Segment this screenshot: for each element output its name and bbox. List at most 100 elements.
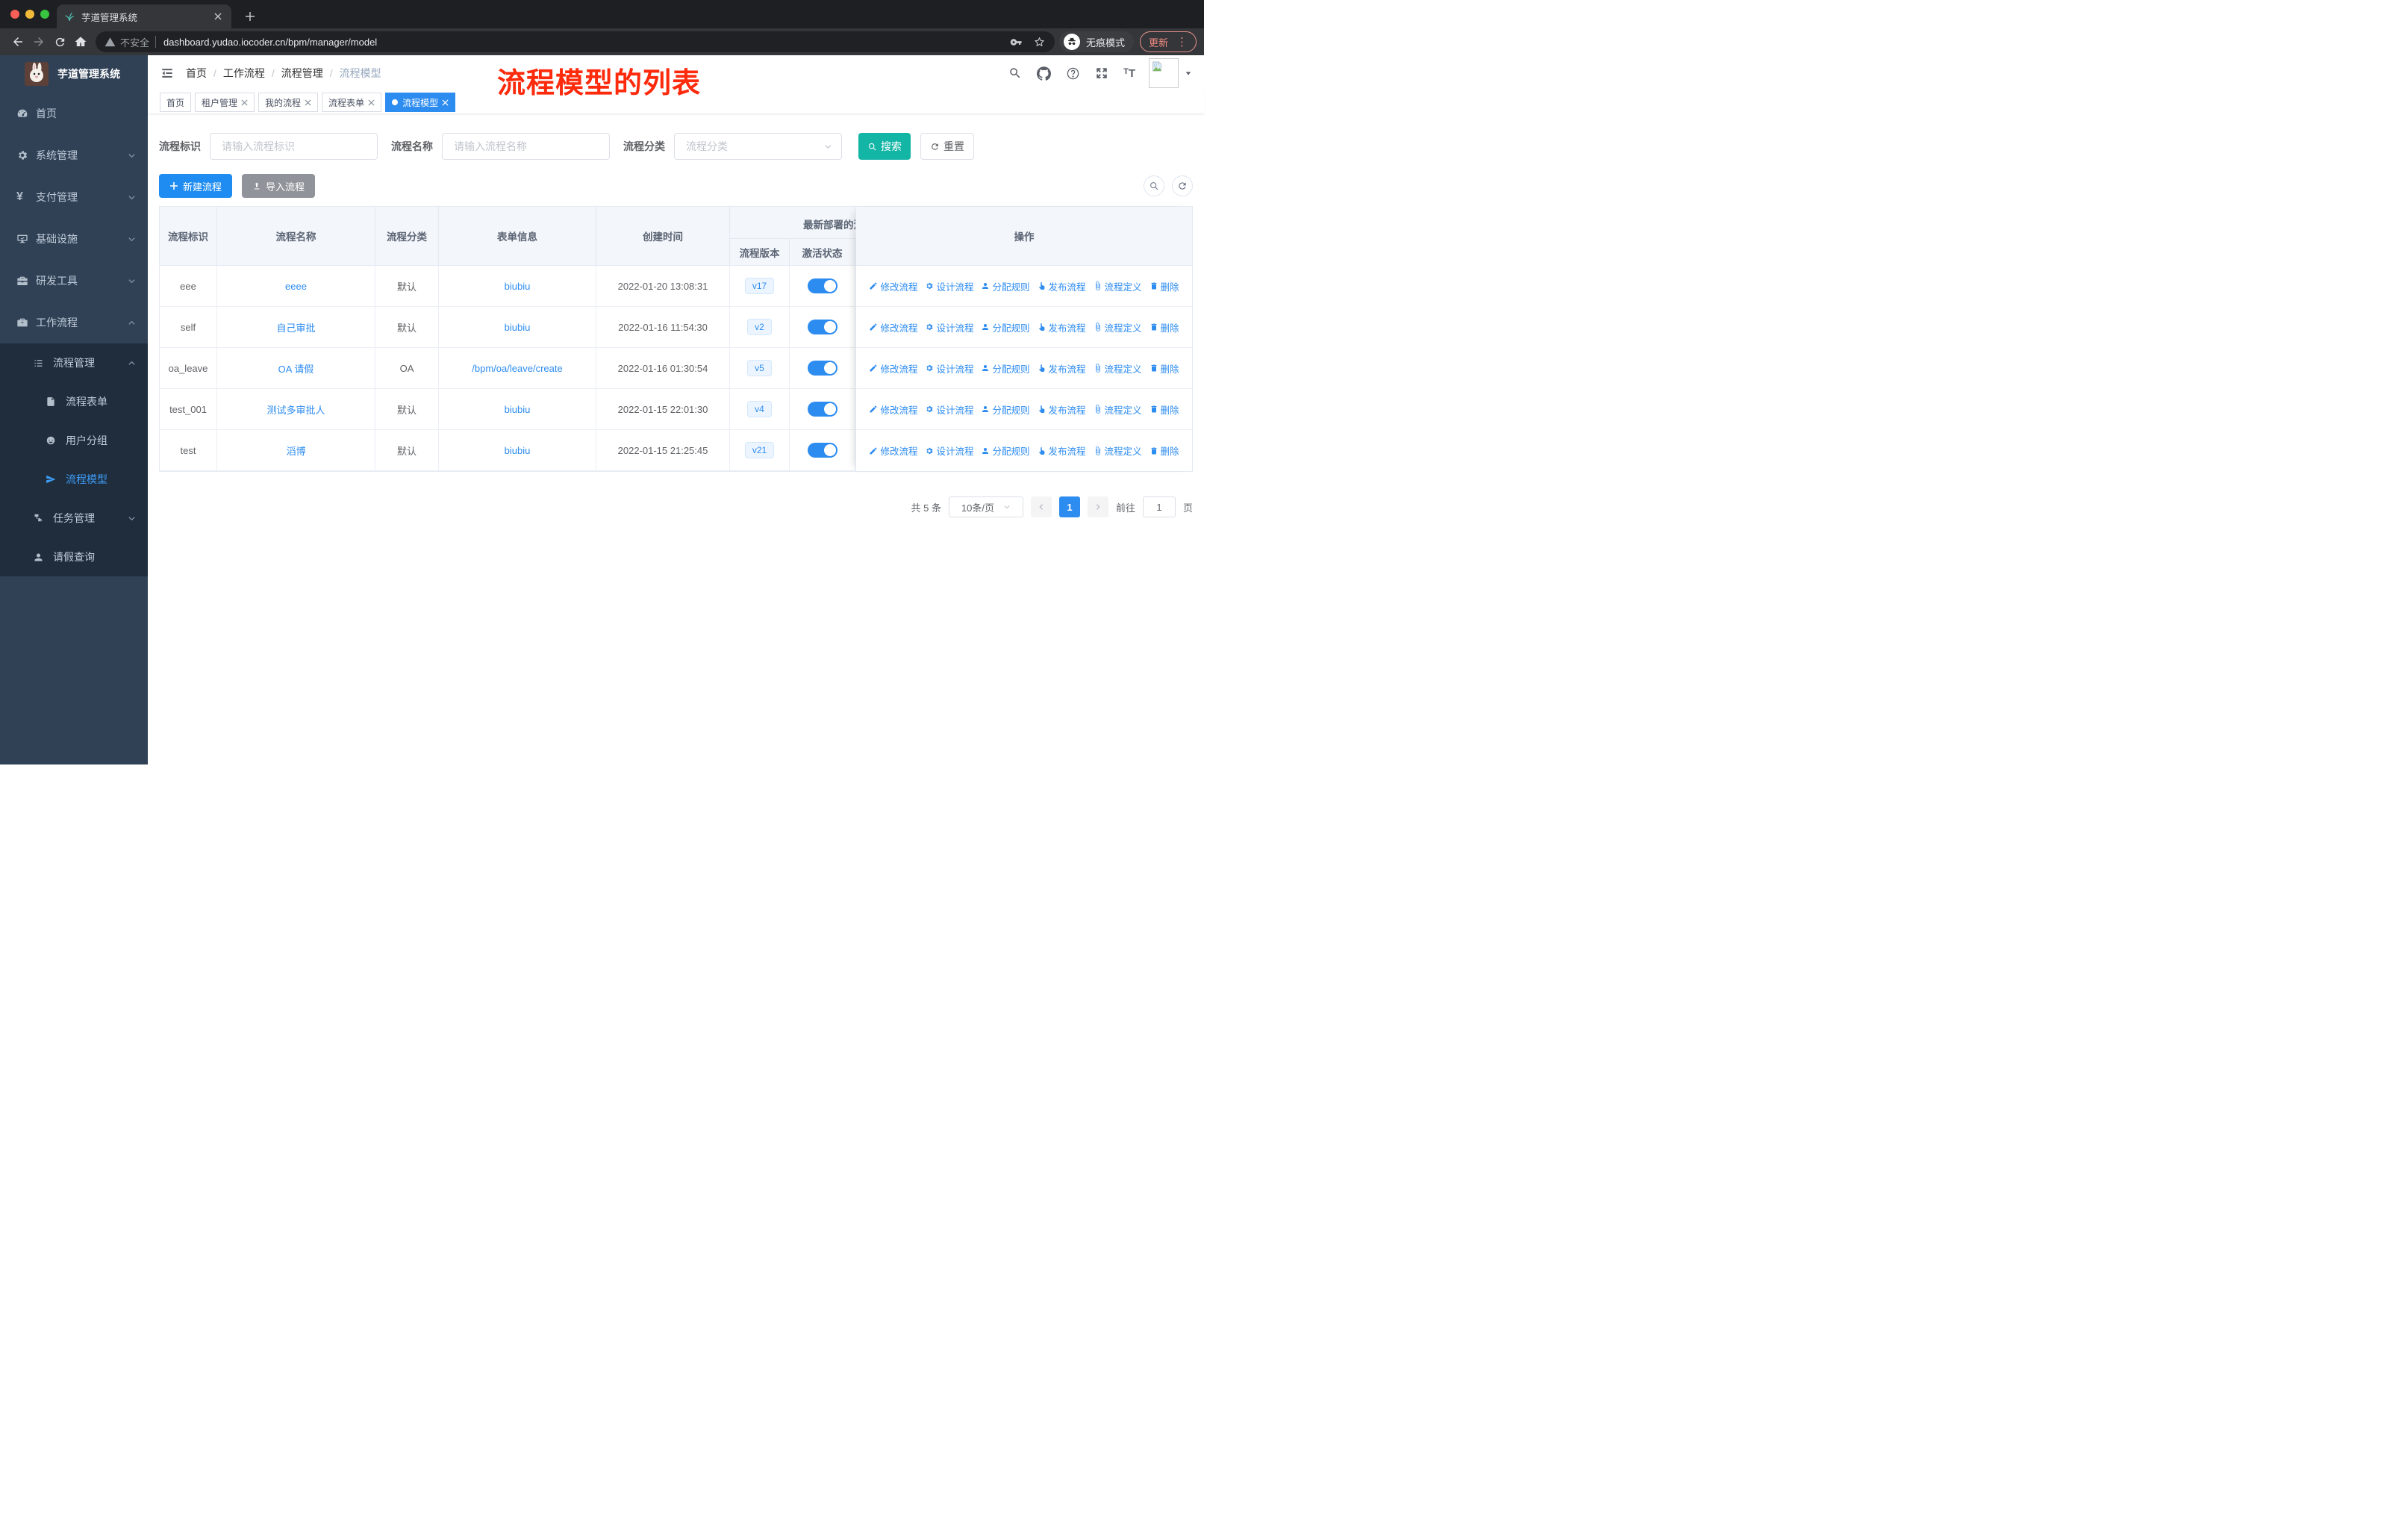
category-select[interactable]: 流程分类 <box>674 133 842 160</box>
form-info-link[interactable]: biubiu <box>505 322 531 333</box>
security-label[interactable]: 不安全 <box>120 35 149 49</box>
avatar[interactable] <box>1149 58 1179 88</box>
active-toggle[interactable] <box>807 320 838 334</box>
refresh-icon-button[interactable] <box>1172 175 1193 196</box>
publish-process-action[interactable]: 发布流程 <box>1038 443 1086 458</box>
sidebar-item-process-management[interactable]: 流程管理 <box>0 343 148 382</box>
delete-action[interactable]: 删除 <box>1150 320 1179 334</box>
process-definition-action[interactable]: 流程定义 <box>1094 443 1142 458</box>
sidebar-item-process-form[interactable]: 流程表单 <box>0 382 148 421</box>
close-icon[interactable] <box>241 99 248 106</box>
delete-action[interactable]: 删除 <box>1150 361 1179 376</box>
active-toggle[interactable] <box>807 361 838 376</box>
reload-icon[interactable] <box>49 31 70 52</box>
tag-process-form[interactable]: 流程表单 <box>322 93 382 112</box>
tag-home[interactable]: 首页 <box>160 93 192 112</box>
page-number-current[interactable]: 1 <box>1058 496 1080 517</box>
new-tab-button[interactable] <box>240 7 260 26</box>
version-badge[interactable]: v21 <box>744 441 775 459</box>
close-window-button[interactable] <box>10 10 19 19</box>
browser-menu-icon[interactable]: ⋮ <box>1176 37 1188 48</box>
close-icon[interactable] <box>442 99 449 106</box>
browser-tab[interactable]: 芋道管理系统 <box>57 4 231 28</box>
publish-process-action[interactable]: 发布流程 <box>1038 320 1086 334</box>
process-definition-action[interactable]: 流程定义 <box>1094 279 1142 293</box>
github-icon[interactable] <box>1037 66 1052 81</box>
process-id-input[interactable] <box>210 133 378 160</box>
process-name-link[interactable]: eeee <box>285 281 307 292</box>
sidebar-item-home[interactable]: 首页 <box>0 93 148 134</box>
search-button[interactable]: 搜索 <box>858 133 911 160</box>
form-info-link[interactable]: biubiu <box>505 404 531 415</box>
delete-action[interactable]: 删除 <box>1150 443 1179 458</box>
form-info-link[interactable]: biubiu <box>505 445 531 456</box>
update-label[interactable]: 更新 <box>1149 35 1168 49</box>
process-name-link[interactable]: 测试多审批人 <box>266 402 325 417</box>
active-toggle[interactable] <box>807 278 838 293</box>
publish-process-action[interactable]: 发布流程 <box>1038 402 1086 417</box>
show-search-icon-button[interactable] <box>1144 175 1164 196</box>
header-search-icon[interactable] <box>1008 66 1022 80</box>
tag-tenant[interactable]: 租户管理 <box>195 93 255 112</box>
assign-rule-action[interactable]: 分配规则 <box>981 320 1030 334</box>
process-name-input[interactable] <box>442 133 610 160</box>
app-logo[interactable]: 芋道管理系统 <box>0 55 148 93</box>
url-text[interactable]: dashboard.yudao.iocoder.cn/bpm/manager/m… <box>163 37 377 48</box>
sidebar-item-workflow[interactable]: 工作流程 <box>0 302 148 343</box>
design-process-action[interactable]: 设计流程 <box>925 279 973 293</box>
sidebar-item-task-management[interactable]: 任务管理 <box>0 499 148 538</box>
font-size-icon[interactable]: TT <box>1123 67 1135 80</box>
browser-update-button[interactable]: 更新 ⋮ <box>1139 31 1197 52</box>
version-badge[interactable]: v5 <box>747 359 772 377</box>
assign-rule-action[interactable]: 分配规则 <box>981 402 1030 417</box>
active-toggle[interactable] <box>807 402 838 417</box>
bookmark-star-icon[interactable] <box>1033 36 1046 49</box>
design-process-action[interactable]: 设计流程 <box>925 402 973 417</box>
address-bar[interactable]: 不安全 dashboard.yudao.iocoder.cn/bpm/manag… <box>96 31 1055 52</box>
sidebar-item-user-group[interactable]: 用户分组 <box>0 421 148 460</box>
avatar-caret-icon[interactable] <box>1185 69 1192 77</box>
assign-rule-action[interactable]: 分配规则 <box>981 443 1030 458</box>
process-definition-action[interactable]: 流程定义 <box>1094 361 1142 376</box>
edit-process-action[interactable]: 修改流程 <box>869 361 917 376</box>
process-name-link[interactable]: 自己审批 <box>276 320 315 334</box>
design-process-action[interactable]: 设计流程 <box>925 361 973 376</box>
tag-my-process[interactable]: 我的流程 <box>258 93 319 112</box>
form-info-link[interactable]: /bpm/oa/leave/create <box>472 363 562 374</box>
forward-icon[interactable] <box>28 31 49 52</box>
password-key-icon[interactable] <box>1010 36 1023 49</box>
assign-rule-action[interactable]: 分配规则 <box>981 361 1030 376</box>
import-process-button[interactable]: 导入流程 <box>242 174 316 198</box>
design-process-action[interactable]: 设计流程 <box>925 443 973 458</box>
breadcrumb-item[interactable]: 工作流程 <box>223 66 265 81</box>
process-name-link[interactable]: 滔博 <box>286 443 305 458</box>
prev-page-button[interactable] <box>1030 496 1052 517</box>
create-process-button[interactable]: 新建流程 <box>159 174 233 198</box>
window-controls[interactable] <box>10 10 49 19</box>
assign-rule-action[interactable]: 分配规则 <box>981 279 1030 293</box>
edit-process-action[interactable]: 修改流程 <box>869 402 917 417</box>
tag-process-model[interactable]: 流程模型 <box>385 93 456 112</box>
close-icon[interactable] <box>368 99 375 106</box>
home-icon[interactable] <box>70 31 91 52</box>
design-process-action[interactable]: 设计流程 <box>925 320 973 334</box>
breadcrumb-item[interactable]: 流程管理 <box>281 66 323 81</box>
fullscreen-icon[interactable] <box>1095 66 1108 80</box>
version-badge[interactable]: v4 <box>747 400 772 418</box>
sidebar-item-devtools[interactable]: 研发工具 <box>0 260 148 302</box>
sidebar-item-payment[interactable]: ¥ 支付管理 <box>0 176 148 218</box>
process-name-link[interactable]: OA 请假 <box>278 361 314 376</box>
edit-process-action[interactable]: 修改流程 <box>869 320 917 334</box>
zoom-window-button[interactable] <box>40 10 49 19</box>
delete-action[interactable]: 删除 <box>1150 279 1179 293</box>
form-info-link[interactable]: biubiu <box>505 281 531 292</box>
page-size-select[interactable]: 10条/页 <box>948 496 1023 517</box>
back-icon[interactable] <box>7 31 28 52</box>
breadcrumb-item[interactable]: 首页 <box>186 66 207 81</box>
version-badge[interactable]: v17 <box>744 277 775 295</box>
sidebar-item-process-model[interactable]: 流程模型 <box>0 460 148 499</box>
hamburger-icon[interactable] <box>160 66 175 81</box>
sidebar-item-leave-query[interactable]: 请假查询 <box>0 538 148 576</box>
tab-close-icon[interactable] <box>211 10 224 23</box>
sidebar-item-infrastructure[interactable]: 基础设施 <box>0 218 148 260</box>
